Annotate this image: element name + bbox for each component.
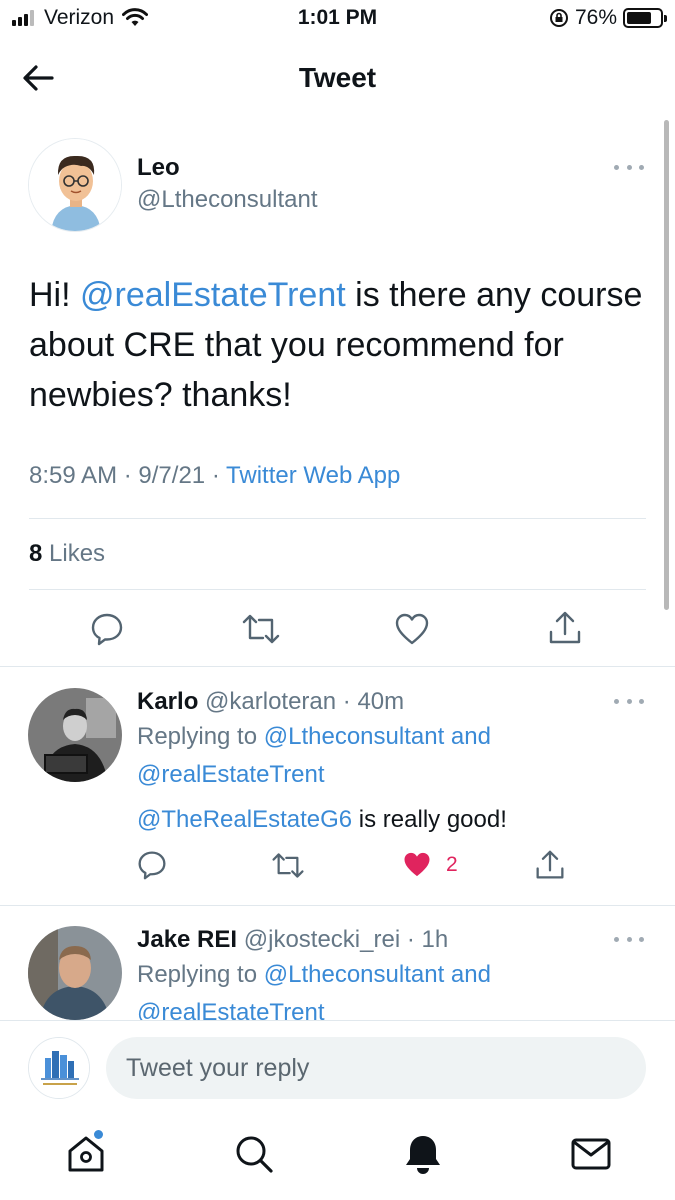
reply-author-name[interactable]: Jake REI: [137, 926, 237, 953]
reply-icon[interactable]: [137, 850, 167, 880]
notifications-bell-icon[interactable]: [401, 1132, 445, 1176]
more-options-icon[interactable]: [614, 162, 644, 172]
replying-to-mention[interactable]: @realEstateTrent: [137, 756, 325, 794]
reply-header: Jake REI @jkostecki_rei · 1h: [137, 926, 449, 953]
like-heart-icon[interactable]: [394, 612, 430, 646]
reply-author-name[interactable]: Karlo: [137, 688, 198, 715]
more-options-icon[interactable]: [614, 934, 644, 944]
reply-age: 40m: [357, 688, 405, 715]
share-icon[interactable]: [535, 849, 565, 881]
replying-to-line: Replying to @Ltheconsultant and: [137, 718, 491, 756]
like-heart-filled-icon[interactable]: [402, 850, 432, 879]
replying-to-line: Replying to @Ltheconsultant and: [137, 956, 491, 994]
reply-like-count: 2: [446, 853, 458, 876]
reply-header: Karlo @karloteran · 40m: [137, 688, 405, 715]
user-photo-icon: [28, 926, 122, 1020]
author-handle[interactable]: @Ltheconsultant: [137, 186, 317, 214]
home-icon[interactable]: [64, 1132, 108, 1176]
scrollbar[interactable]: [664, 120, 669, 610]
author-name[interactable]: Leo: [137, 154, 180, 182]
share-icon[interactable]: [548, 610, 582, 646]
divider: [29, 589, 646, 590]
retweet-icon[interactable]: [241, 612, 281, 646]
reply-age: 1h: [421, 926, 449, 953]
search-icon[interactable]: [232, 1132, 276, 1176]
replying-to-mention[interactable]: @Ltheconsultant: [264, 723, 444, 750]
replying-to-joiner: and: [450, 961, 491, 988]
real-estate-logo-icon: [29, 1038, 89, 1098]
likes-label: Likes: [49, 540, 106, 567]
reply-author-handle[interactable]: @jkostecki_rei: [244, 926, 400, 953]
battery-percent: 76%: [574, 6, 617, 29]
replying-to-mention[interactable]: @realEstateTrent: [137, 994, 325, 1020]
divider: [29, 518, 646, 519]
header: Tweet: [0, 50, 675, 110]
rotation-lock-icon: [549, 9, 568, 27]
tweet-date: 9/7/21: [138, 462, 206, 489]
replying-to-label: Replying to: [137, 723, 258, 750]
reply-input[interactable]: Tweet your reply: [106, 1037, 646, 1099]
composer-avatar[interactable]: [28, 1037, 90, 1099]
page-title: Tweet: [298, 62, 377, 93]
mention-link[interactable]: @realEstateTrent: [80, 276, 346, 314]
status-bar: Verizon 1:01 PM 76%: [0, 0, 675, 38]
tweet-text-start: Hi!: [29, 276, 80, 314]
reply-icon[interactable]: [90, 612, 124, 646]
reply-text: @TheRealEstateG6 is really good!: [137, 801, 507, 839]
replying-to-mention[interactable]: @Ltheconsultant: [264, 961, 444, 988]
tweet-source-link[interactable]: Twitter Web App: [226, 462, 400, 489]
reply-avatar[interactable]: [28, 688, 122, 782]
reply-mention-link[interactable]: @TheRealEstateG6: [137, 806, 352, 833]
messages-envelope-icon[interactable]: [569, 1132, 613, 1176]
tweet-meta: 8:59 AM · 9/7/21 · Twitter Web App: [29, 462, 401, 489]
likes-number: 8: [29, 540, 43, 567]
battery-icon: [623, 8, 667, 28]
tweet-time: 8:59 AM: [29, 462, 118, 489]
home-new-content-dot: [94, 1130, 103, 1139]
divider: [0, 1020, 675, 1021]
reply-author-handle[interactable]: @karloteran: [205, 688, 336, 715]
reply-text-rest: is really good!: [352, 806, 507, 833]
divider: [0, 666, 675, 667]
likes-count[interactable]: 8 Likes: [29, 540, 105, 568]
avatar[interactable]: [28, 138, 122, 232]
more-options-icon[interactable]: [614, 696, 644, 706]
reply-item: Jake REI @jkostecki_rei · 1h Replying to…: [0, 906, 675, 1020]
reply-avatar[interactable]: [28, 926, 122, 1020]
replying-to-label: Replying to: [137, 961, 258, 988]
retweet-icon[interactable]: [271, 851, 305, 880]
user-photo-icon: [28, 688, 122, 782]
tweet-text: Hi! @realEstateTrent is there any course…: [29, 270, 649, 420]
user-cartoon-avatar-icon: [29, 139, 121, 231]
replying-to-joiner: and: [450, 723, 491, 750]
